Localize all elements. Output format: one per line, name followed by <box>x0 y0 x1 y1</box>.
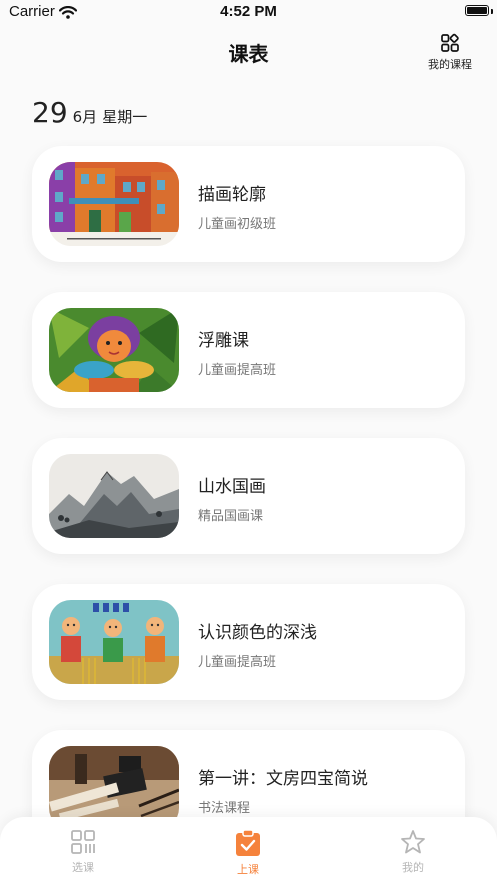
clipboard-check-icon <box>208 829 288 857</box>
course-subtitle: 儿童画提高班 <box>198 363 277 378</box>
date-month: 6月 <box>72 108 98 126</box>
course-subtitle: 儿童画提高班 <box>198 655 277 670</box>
course-title: 浮雕课 <box>198 331 249 351</box>
apps-icon <box>425 33 475 53</box>
course-title: 认识颜色的深浅 <box>198 623 317 643</box>
battery-nub <box>491 9 493 14</box>
course-subtitle: 精品国画课 <box>198 509 264 524</box>
course-title: 第一讲：文房四宝简说 <box>198 769 368 789</box>
course-subtitle: 儿童画初级班 <box>198 217 277 232</box>
course-card-color-shades[interactable]: 认识颜色的深浅 儿童画提高班 <box>32 584 465 700</box>
course-title: 描画轮廓 <box>198 185 266 205</box>
tab-label: 选课 <box>72 861 94 874</box>
grid-qr-icon <box>43 829 123 855</box>
date-header: 29 6月 星期一 <box>32 96 147 129</box>
course-card-landscape-painting[interactable]: 山水国画 精品国画课 <box>32 438 465 554</box>
date-weekday: 星期一 <box>102 108 148 126</box>
course-card-relief[interactable]: 浮雕课 儿童画提高班 <box>32 292 465 408</box>
tab-label: 我的 <box>402 861 424 874</box>
course-thumbnail-kids-drawing <box>49 600 179 684</box>
course-thumbnail-relief-painting <box>49 308 179 392</box>
course-title: 山水国画 <box>198 477 266 497</box>
course-subtitle: 书法课程 <box>198 801 251 816</box>
date-day: 29 <box>32 96 68 129</box>
my-courses-button[interactable]: 我的课程 <box>425 33 475 72</box>
tab-label: 上课 <box>237 863 259 876</box>
tab-bar: 选课 上课 我的 <box>0 817 497 883</box>
course-thumbnail-building-painting <box>49 162 179 246</box>
tab-mine[interactable]: 我的 <box>373 829 453 875</box>
tab-select-course[interactable]: 选课 <box>43 829 123 875</box>
course-card-outline-drawing[interactable]: 描画轮廓 儿童画初级班 <box>32 146 465 262</box>
page-title: 课表 <box>228 42 269 66</box>
star-icon <box>373 829 453 855</box>
status-bar: Carrier 4:52 PM <box>0 0 497 26</box>
status-clock: 4:52 PM <box>220 3 277 20</box>
battery-icon <box>465 5 489 16</box>
tab-attend-class[interactable]: 上课 <box>208 829 288 877</box>
course-thumbnail-ink-landscape <box>49 454 179 538</box>
my-courses-label: 我的课程 <box>428 58 472 71</box>
